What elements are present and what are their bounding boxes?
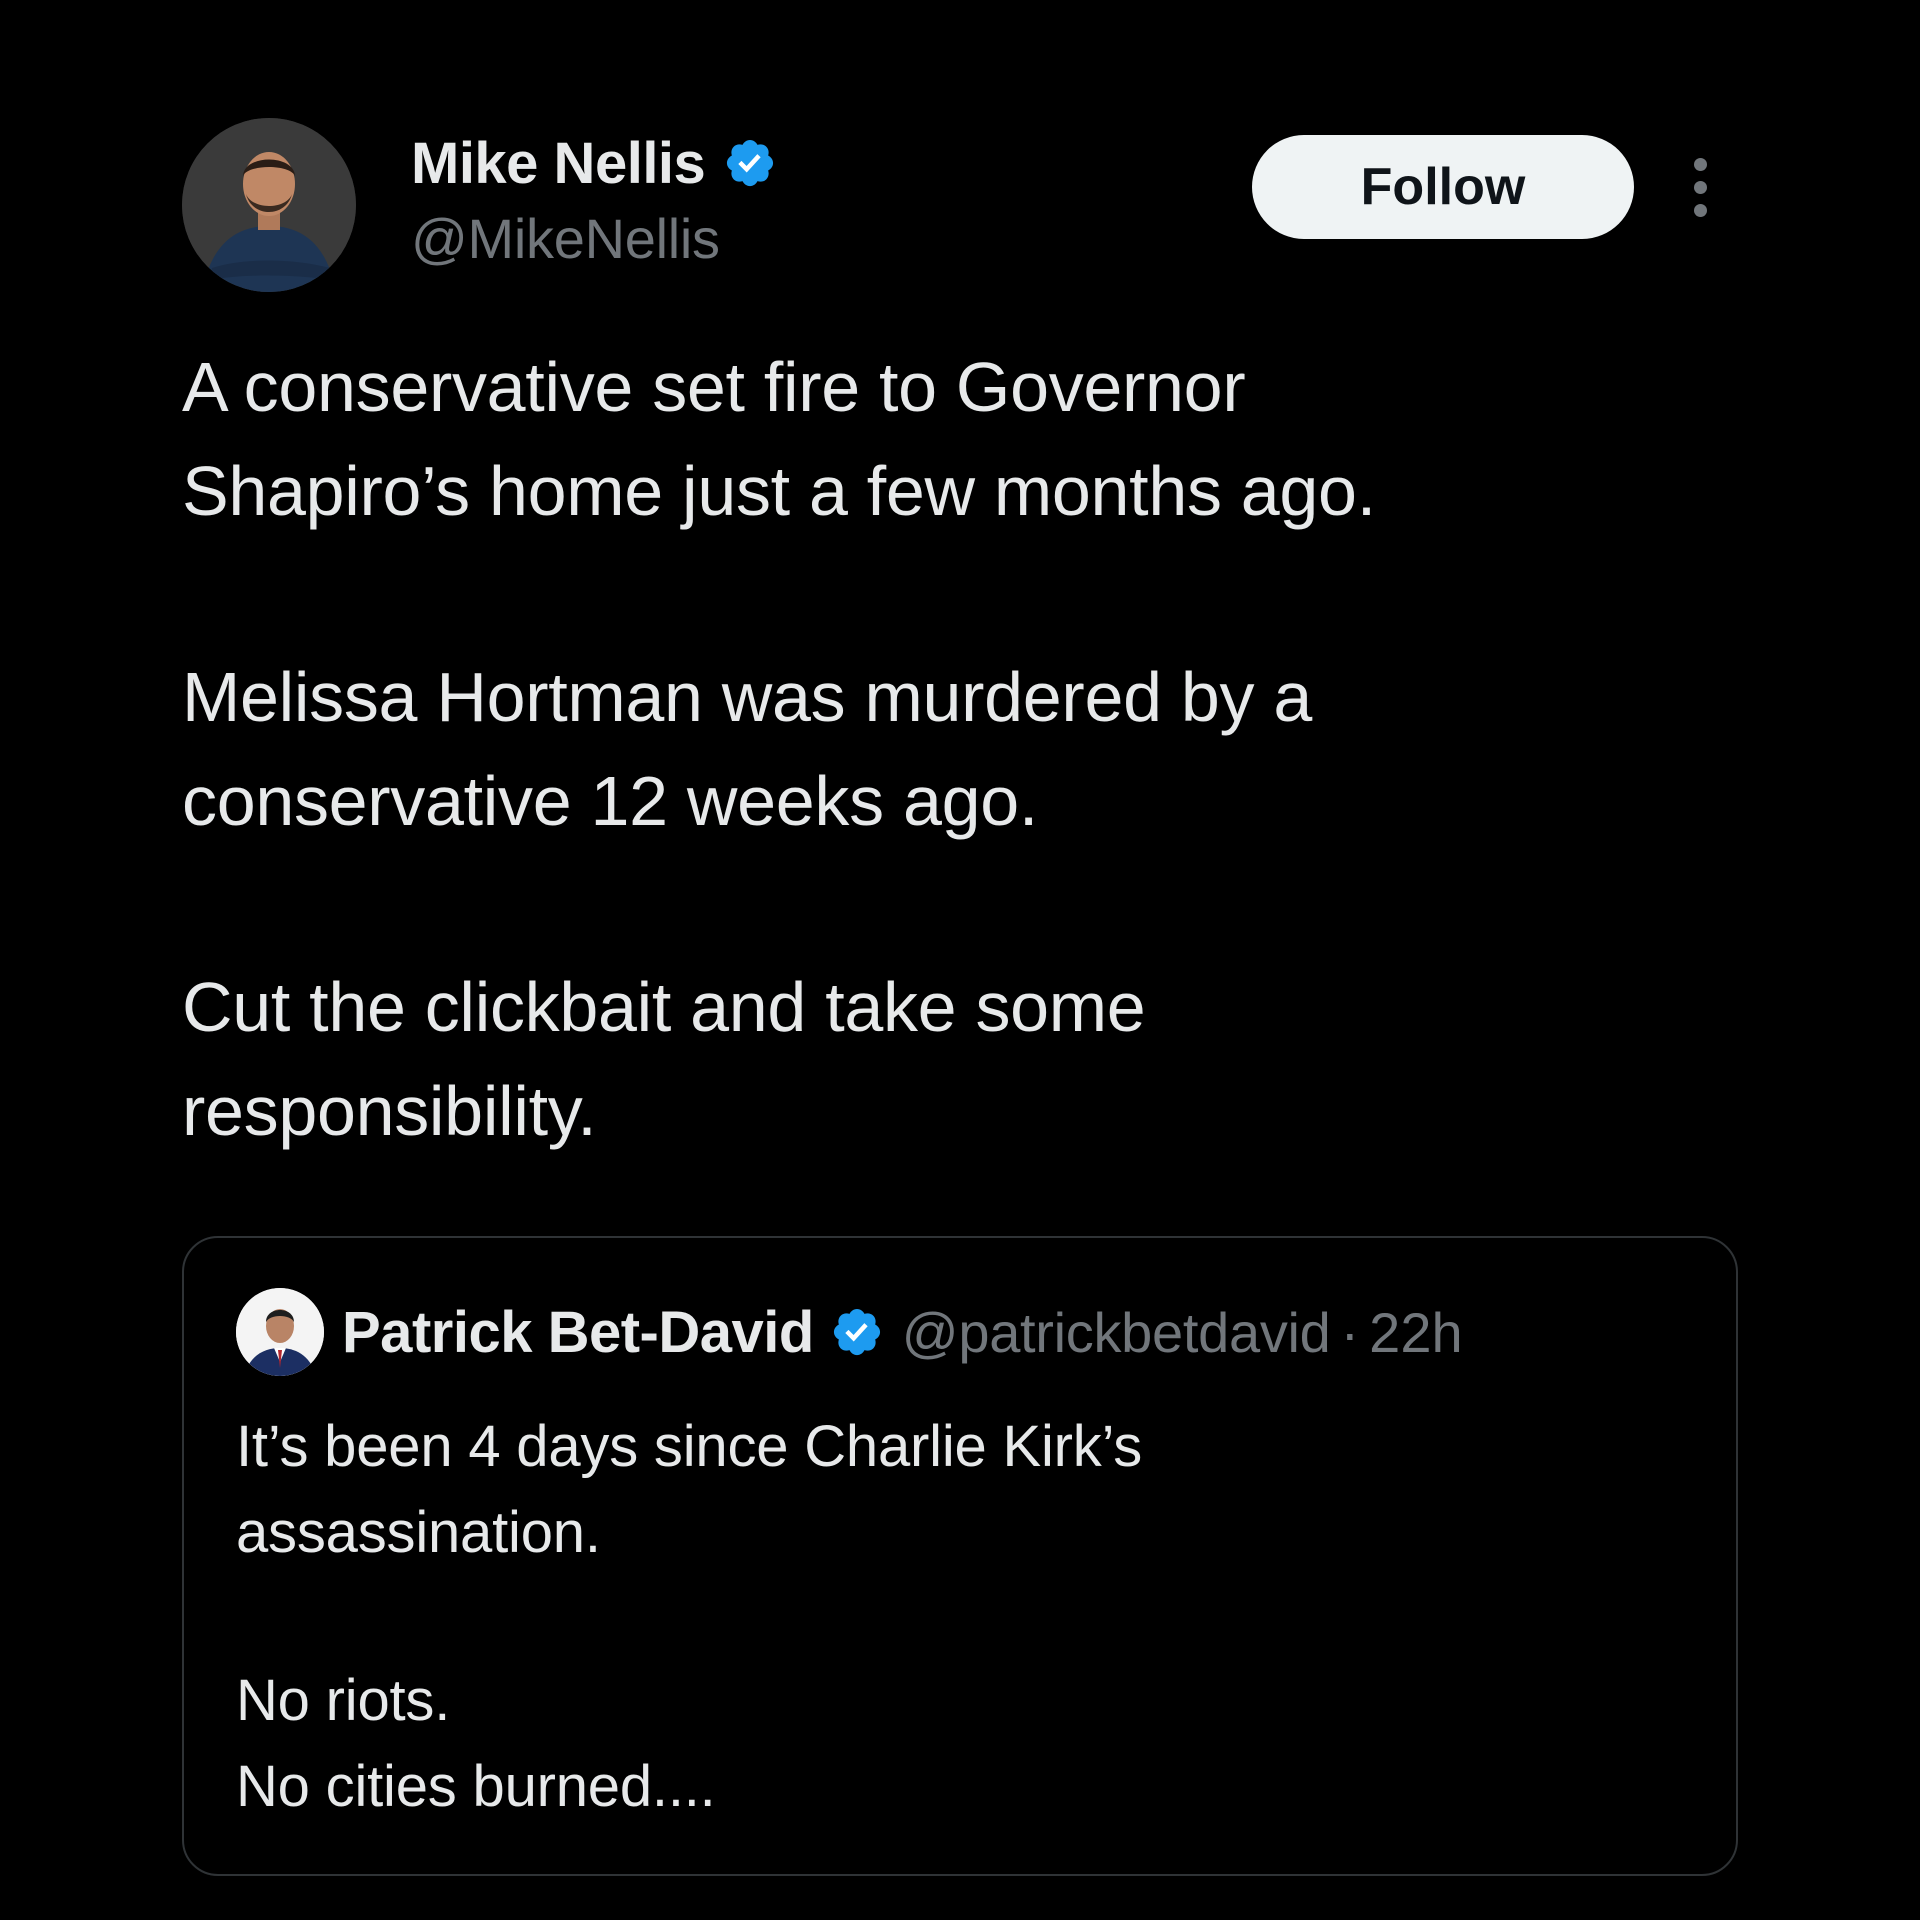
tweet-line: A conservative set fire to Governor (182, 348, 1246, 426)
quote-author-avatar[interactable] (236, 1288, 324, 1376)
tweet-paragraph: Melissa Hortman was murdered by a conser… (182, 645, 1742, 853)
quote-line: It’s been 4 days since Charlie Kirk’s (236, 1414, 1143, 1479)
tweet-line: responsibility. (182, 1072, 597, 1150)
tweet: Mike Nellis @MikeNellis Follow A conserv… (0, 0, 1920, 1920)
quote-avatar-photo-icon (236, 1288, 324, 1376)
quote-paragraph: No riots. No cities burned.... (236, 1658, 1696, 1830)
avatar-photo-icon (182, 118, 356, 292)
follow-button[interactable]: Follow (1252, 135, 1634, 239)
tweet-line: conservative 12 weeks ago. (182, 762, 1039, 840)
verified-badge-icon (833, 1308, 880, 1356)
quote-separator: · (1340, 1300, 1360, 1364)
quote-author-handle[interactable]: @patrickbetdavid (902, 1300, 1331, 1365)
more-vertical-icon[interactable] (1686, 158, 1716, 218)
quote-author-name[interactable]: Patrick Bet-David (342, 1299, 814, 1366)
tweet-paragraph: A conservative set fire to Governor Shap… (182, 335, 1742, 543)
quote-paragraph: It’s been 4 days since Charlie Kirk’s as… (236, 1404, 1696, 1576)
quote-line: No riots. (236, 1668, 451, 1733)
quote-header: Patrick Bet-David @patrickbetdavid · 22h (236, 1284, 1463, 1380)
tweet-line: Shapiro’s home just a few months ago. (182, 452, 1376, 530)
verified-badge-icon (727, 139, 774, 187)
tweet-paragraph: Cut the clickbait and take some responsi… (182, 955, 1742, 1163)
author-display-name[interactable]: Mike Nellis (411, 130, 706, 197)
tweet-line: Cut the clickbait and take some (182, 968, 1146, 1046)
quote-timestamp[interactable]: 22h (1369, 1300, 1462, 1365)
tweet-text: A conservative set fire to Governor Shap… (182, 335, 1742, 1163)
tweet-line: Melissa Hortman was murdered by a (182, 658, 1312, 736)
author-avatar[interactable] (182, 118, 356, 292)
author-handle[interactable]: @MikeNellis (411, 206, 720, 271)
quote-line: No cities burned.... (236, 1754, 716, 1819)
quote-text: It’s been 4 days since Charlie Kirk’s as… (236, 1404, 1696, 1830)
quote-line: assassination. (236, 1500, 601, 1565)
quote-tweet-card[interactable]: Patrick Bet-David @patrickbetdavid · 22h… (182, 1236, 1738, 1876)
author-name-row: Mike Nellis (411, 128, 777, 198)
